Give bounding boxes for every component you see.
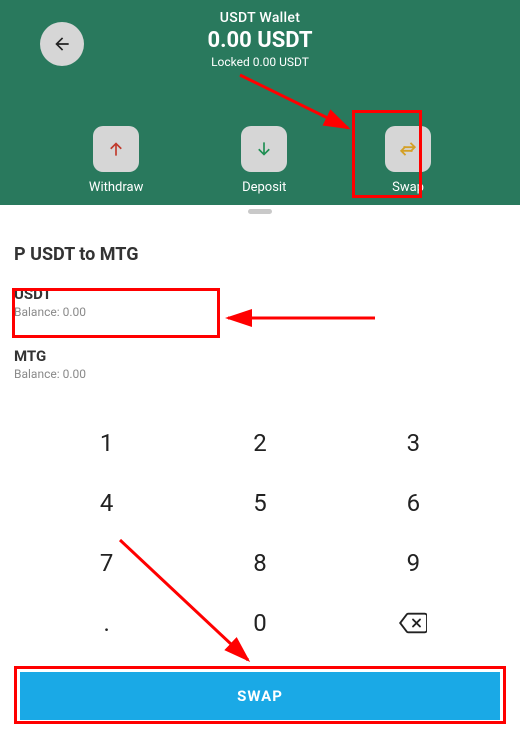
to-currency-field[interactable]: MTG Balance: 0.00 <box>0 343 520 391</box>
backspace-icon <box>399 609 427 637</box>
key-8[interactable]: 8 <box>183 533 336 593</box>
from-currency-balance: Balance: 0.00 <box>14 305 506 319</box>
deposit-tile <box>241 126 287 172</box>
withdraw-tile <box>93 126 139 172</box>
wallet-actions: Withdraw Deposit Swap <box>0 126 520 195</box>
swap-icon <box>397 138 419 160</box>
back-button[interactable] <box>40 22 84 66</box>
wallet-header: USDT Wallet 0.00 USDT Locked 0.00 USDT W… <box>0 0 520 205</box>
key-3[interactable]: 3 <box>337 413 490 473</box>
key-6[interactable]: 6 <box>337 473 490 533</box>
swap-action[interactable]: Swap <box>385 126 431 195</box>
swap-button-label: SWAP <box>237 687 283 705</box>
key-0[interactable]: 0 <box>183 593 336 653</box>
wallet-name: USDT Wallet <box>0 10 520 26</box>
key-1[interactable]: 1 <box>30 413 183 473</box>
key-backspace[interactable] <box>337 593 490 653</box>
swap-button[interactable]: SWAP <box>20 672 500 720</box>
key-9[interactable]: 9 <box>337 533 490 593</box>
to-currency-code: MTG <box>14 347 506 365</box>
deposit-label: Deposit <box>242 180 286 195</box>
arrow-left-icon <box>52 34 72 54</box>
key-5[interactable]: 5 <box>183 473 336 533</box>
key-2[interactable]: 2 <box>183 413 336 473</box>
swap-label: Swap <box>392 180 424 195</box>
arrow-down-icon <box>254 139 274 159</box>
key-7[interactable]: 7 <box>30 533 183 593</box>
swap-sheet-title: P USDT to MTG <box>0 214 520 281</box>
swap-tile <box>385 126 431 172</box>
withdraw-label: Withdraw <box>89 180 143 195</box>
from-currency-field[interactable]: USDT Balance: 0.00 <box>0 281 520 329</box>
withdraw-action[interactable]: Withdraw <box>89 126 143 195</box>
key-4[interactable]: 4 <box>30 473 183 533</box>
deposit-action[interactable]: Deposit <box>241 126 287 195</box>
arrow-up-icon <box>106 139 126 159</box>
to-currency-balance: Balance: 0.00 <box>14 367 506 381</box>
from-currency-code: USDT <box>14 285 506 303</box>
key-dot[interactable]: . <box>30 593 183 653</box>
numeric-keypad: 1 2 3 4 5 6 7 8 9 . 0 <box>0 413 520 653</box>
